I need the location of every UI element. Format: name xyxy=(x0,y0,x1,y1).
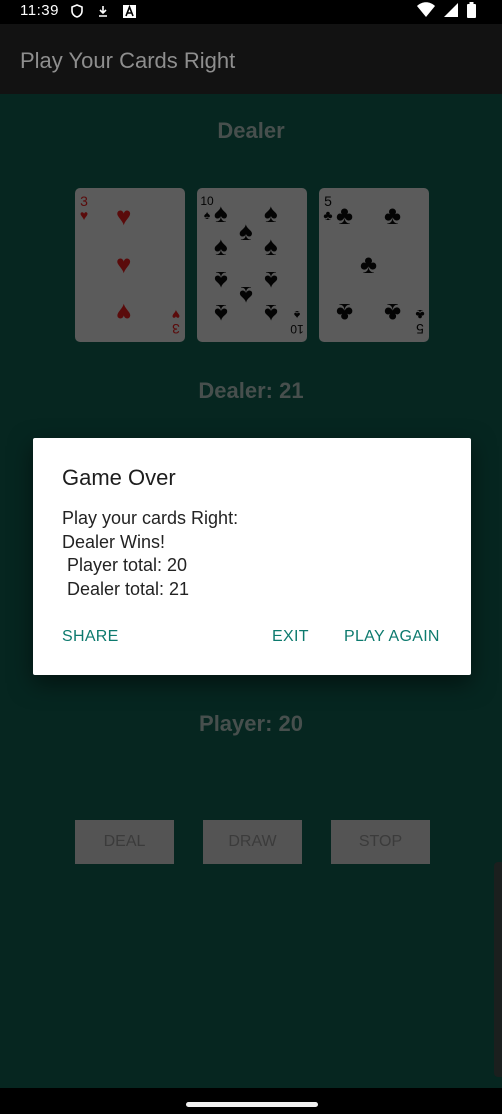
exit-button[interactable]: EXIT xyxy=(272,628,309,646)
heart-icon: ♥ xyxy=(116,201,132,231)
deal-button[interactable]: DEAL xyxy=(75,820,174,864)
card-corner-top: 10 ♠ xyxy=(200,194,214,222)
card-corner-bottom: 5 ♣ xyxy=(415,307,425,337)
card-10-spades: 10 ♠ ♠ ♠ ♠ ♠ ♠ ♠ ♠ ♠ ♠ ♠ 10 ♠ xyxy=(197,188,307,342)
heart-icon: ♥ xyxy=(116,298,132,328)
edge-shadow xyxy=(494,862,502,1077)
club-icon: ♣ xyxy=(384,298,402,328)
spade-icon: ♠ xyxy=(214,266,228,296)
notification-icons xyxy=(70,3,136,19)
club-icon: ♣ xyxy=(336,200,354,230)
card-corner-bottom: 3 ♥ xyxy=(171,307,181,337)
dealer-heading: Dealer xyxy=(217,118,285,143)
battery-icon xyxy=(467,2,476,23)
wifi-icon xyxy=(417,2,435,23)
spade-icon: ♠ xyxy=(264,198,278,228)
dealer-total: Dealer: 21 xyxy=(198,378,304,403)
signal-icon xyxy=(443,2,459,23)
spade-icon: ♠ xyxy=(214,198,228,228)
spade-icon: ♠ xyxy=(214,299,228,329)
system-icons xyxy=(417,2,476,23)
spade-icon: ♠ xyxy=(239,216,253,246)
download-icon xyxy=(96,3,110,19)
club-icon: ♣ xyxy=(384,200,402,230)
dialog-message: Play your cards Right: Dealer Wins! Play… xyxy=(62,508,239,599)
club-icon: ♣ xyxy=(336,298,354,328)
card-corner-bottom: 10 ♠ xyxy=(290,308,304,336)
club-icon: ♣ xyxy=(360,249,378,279)
dialog-title: Game Over xyxy=(62,465,176,490)
game-over-dialog: Game Over Play your cards Right: Dealer … xyxy=(33,438,471,675)
heart-icon: ♥ xyxy=(116,249,132,279)
draw-button[interactable]: DRAW xyxy=(203,820,302,864)
spade-icon: ♠ xyxy=(264,231,278,261)
spade-icon: ♠ xyxy=(264,266,278,296)
app-bar: Play Your Cards Right xyxy=(0,24,502,94)
app-title: Play Your Cards Right xyxy=(20,48,236,73)
share-button[interactable]: SHARE xyxy=(62,628,119,646)
card-corner-top: 3 ♥ xyxy=(79,193,89,223)
card-corner-top: 5 ♣ xyxy=(323,193,333,223)
status-time: 11:39 xyxy=(20,2,59,19)
card-5-clubs: 5 ♣ ♣ ♣ ♣ ♣ ♣ 5 ♣ xyxy=(319,188,429,342)
player-total: Player: 20 xyxy=(199,711,303,736)
status-bar: 11:39 xyxy=(0,0,502,24)
navigation-bar xyxy=(0,1088,502,1114)
play-again-button[interactable]: PLAY AGAIN xyxy=(344,628,440,646)
stop-button[interactable]: STOP xyxy=(331,820,430,864)
home-indicator[interactable] xyxy=(186,1102,318,1107)
spade-icon: ♠ xyxy=(264,299,278,329)
shield-icon xyxy=(70,3,84,19)
card-3-hearts: 3 ♥ ♥ ♥ ♥ 3 ♥ xyxy=(75,188,185,342)
dealer-cards: 3 ♥ ♥ ♥ ♥ 3 ♥ 10 ♠ ♠ ♠ ♠ ♠ ♠ ♠ ♠ ♠ ♠ ♠ 10 ♠ … xyxy=(75,188,429,342)
action-buttons: DEAL DRAW STOP xyxy=(75,820,430,864)
spade-icon: ♠ xyxy=(239,281,253,311)
spade-icon: ♠ xyxy=(214,231,228,261)
a-icon xyxy=(122,3,136,19)
